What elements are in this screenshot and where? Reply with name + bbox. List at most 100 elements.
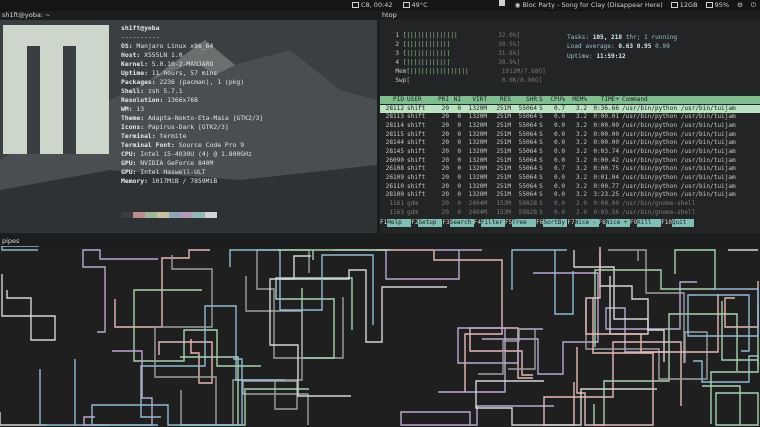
- meter-pad: [458, 32, 498, 39]
- column-header[interactable]: VIRT: [461, 96, 487, 104]
- meter-label: 3: [388, 50, 403, 57]
- fkey-label[interactable]: Filter: [480, 219, 505, 228]
- meter-pad: [450, 59, 498, 66]
- swap-meter: Swp[ 0.0K/8.00G]: [388, 77, 542, 85]
- fkey-label[interactable]: Nice +: [605, 219, 630, 228]
- process-cell: 251M: [496, 174, 511, 181]
- process-cell: 55064: [518, 174, 537, 181]
- column-header[interactable]: RES: [487, 96, 511, 104]
- color-swatch: [121, 212, 133, 218]
- process-cell: 0.0: [553, 139, 565, 147]
- pipes-screensaver[interactable]: [0, 246, 760, 427]
- info-value: Adapta-Nokto-Eta-Maia [GTK2/3]: [147, 114, 264, 122]
- pipe-segment: [511, 249, 574, 315]
- process-row[interactable]: 26109 shift 20 0 1320M 251M 55064 S 0.0 3.2 0:01.0…: [380, 174, 760, 183]
- process-cell: 2404M: [468, 208, 487, 216]
- process-cell: 0: [457, 174, 461, 181]
- info-line: OS: Manjaro Linux x86_64: [121, 42, 263, 51]
- top-panel: C8, 00:42 49°C ◉ Bloc Party - Song for C…: [0, 0, 760, 11]
- process-cell: 0: [457, 113, 461, 121]
- column-header[interactable]: USER: [404, 96, 430, 104]
- process-row[interactable]: 28100 shift 20 0 1320M 251M 55064 S 0.0 3.2 3:23.2…: [380, 191, 760, 200]
- process-cell: 3.2: [575, 174, 587, 181]
- fkey-label[interactable]: Setup: [418, 219, 443, 228]
- process-cell: shift: [407, 130, 426, 138]
- fkey-f3[interactable]: F3: [442, 219, 449, 227]
- now-playing[interactable]: ◉ Bloc Party - Song for Clay (Disappear …: [515, 0, 663, 11]
- process-row[interactable]: 28113 shift 20 0 1320M 251M 55064 S 0.0 3.2 0:00.0…: [380, 113, 760, 122]
- column-header[interactable]: CPU%: [545, 96, 565, 104]
- workspace-icon[interactable]: [498, 0, 505, 6]
- info-line: GPU: NVIDIA GeForce 840M: [121, 159, 263, 168]
- process-row[interactable]: 1161 gdm 20 0 2404M 153M 59828 S 0.0 2.0 0:00.00/u…: [380, 200, 760, 209]
- fkey-label[interactable]: Search: [449, 219, 474, 228]
- process-row[interactable]: 26110 shift 20 0 1320M 251M 55064 S 0.0 3.2 0:00.7…: [380, 183, 760, 192]
- process-cell: /usr/bin/python /usr/bin/tuijam: [622, 139, 736, 147]
- neofetch-terminal[interactable]: sh1ft@yoba ---------- OS: Manjaro Linux …: [0, 20, 377, 233]
- process-cell: 0:00.75: [593, 165, 619, 173]
- process-cell: 20: [441, 200, 449, 208]
- fkey-label[interactable]: Kill: [637, 219, 662, 228]
- process-cell: 0: [457, 130, 461, 138]
- temperature: 49°C: [402, 0, 428, 11]
- column-header[interactable]: MEM%: [565, 96, 587, 104]
- fkey-f7[interactable]: F7: [567, 219, 574, 227]
- pipe-segment: [573, 250, 665, 362]
- power-icon[interactable]: ⏻: [751, 0, 756, 11]
- meter-value: 32.0%]: [498, 32, 521, 39]
- pipes-title: pipes: [2, 237, 20, 245]
- column-header[interactable]: PRI: [430, 96, 449, 104]
- process-list[interactable]: 28112 shift 20 0 1320M 251M 55064 S 0.7 3.2 0:36.6…: [380, 104, 760, 218]
- settings-icon[interactable]: ⚙: [737, 0, 743, 11]
- process-cell: 0: [457, 139, 461, 147]
- memory-meter: Mem[|||||||||||||||| 1012M/7.68G]: [388, 68, 545, 76]
- date-clock[interactable]: C8, 00:42: [352, 0, 393, 11]
- process-cell: 251M: [496, 182, 511, 190]
- column-header[interactable]: NI: [449, 96, 461, 104]
- column-header[interactable]: SHR: [511, 96, 537, 104]
- column-header[interactable]: S: [537, 96, 545, 104]
- process-row[interactable]: 26108 shift 20 0 1320M 251M 55064 S 0.7 3.2 0:00.7…: [380, 165, 760, 174]
- fkey-f6[interactable]: F6: [536, 219, 543, 227]
- info-line: Resolution: 1366x768: [121, 96, 263, 105]
- fkey-label[interactable]: Quit: [671, 219, 694, 228]
- meter-bar: [||||||||||||||: [402, 32, 458, 39]
- process-row[interactable]: 26090 shift 20 0 1320M 251M 55064 S 0.0 3.2 0:00.4…: [380, 157, 760, 166]
- fkey-f2[interactable]: F2: [411, 219, 418, 227]
- fkey-f4[interactable]: F4: [474, 219, 481, 227]
- column-header[interactable]: Command: [619, 96, 760, 104]
- fkey-f1[interactable]: F1: [380, 219, 387, 227]
- process-row[interactable]: 28114 shift 20 0 1320M 251M 55064 S 0.0 3.2 0:00.0…: [380, 122, 760, 131]
- fkey-label[interactable]: Help: [387, 219, 412, 228]
- fkey-f10[interactable]: F10: [661, 219, 672, 227]
- info-key: GPU:: [121, 168, 141, 176]
- process-cell: 28115: [385, 130, 404, 138]
- process-table-header[interactable]: PID USER PRI NI VIRT RES SHR S CPU% MEM% TIME+ Comm…: [380, 96, 760, 105]
- function-key-bar[interactable]: F1 Help F2 Setup F3 Search F4 Filter F5 Tree F6 Sor…: [380, 219, 760, 228]
- process-row[interactable]: 28112 shift 20 0 1320M 251M 55064 S 0.7 3.2 0:36.6…: [380, 104, 760, 114]
- process-cell: 251M: [496, 165, 511, 173]
- process-cell: 0: [457, 191, 461, 199]
- process-row[interactable]: 1163 gdm 20 0 2404M 153M 59828 S 0.0 2.0 0:03.56/u…: [380, 209, 760, 218]
- info-value: Source Code Pro 9: [178, 141, 245, 149]
- column-header[interactable]: PID: [380, 96, 404, 104]
- fkey-label[interactable]: SortBy: [543, 219, 568, 228]
- separator: ----------: [121, 33, 160, 41]
- htop-terminal[interactable]: 1 [|||||||||||||| 32.0%] 2 [||||||||||||…: [380, 20, 760, 233]
- process-cell: 28100: [385, 191, 404, 199]
- process-row[interactable]: 28144 shift 20 0 1320M 251M 55064 S 0.0 3.2 0:00.0…: [380, 139, 760, 148]
- color-swatch: [157, 212, 169, 218]
- meter-value: 0.0K/8.00G]: [501, 77, 543, 84]
- fkey-f5[interactable]: F5: [505, 219, 512, 227]
- fkey-f9[interactable]: F9: [630, 219, 637, 227]
- process-row[interactable]: 28145 shift 20 0 1320M 251M 55064 S 0.0 3.2 0:03.7…: [380, 148, 760, 157]
- process-row[interactable]: 28115 shift 20 0 1320M 251M 55064 S 0.0 3.2 0:00.0…: [380, 131, 760, 140]
- process-cell: /usr/bin/python /usr/bin/tuijam: [622, 182, 736, 190]
- fkey-label[interactable]: Nice -: [574, 219, 599, 228]
- process-cell: /usr/bin/python /usr/bin/tuijam: [622, 130, 736, 138]
- fkey-label[interactable]: Tree: [512, 219, 537, 228]
- fkey-f8[interactable]: F8: [599, 219, 606, 227]
- process-cell: 0: [457, 104, 461, 112]
- manjaro-logo: [3, 25, 109, 154]
- column-header[interactable]: TIME+: [587, 96, 619, 104]
